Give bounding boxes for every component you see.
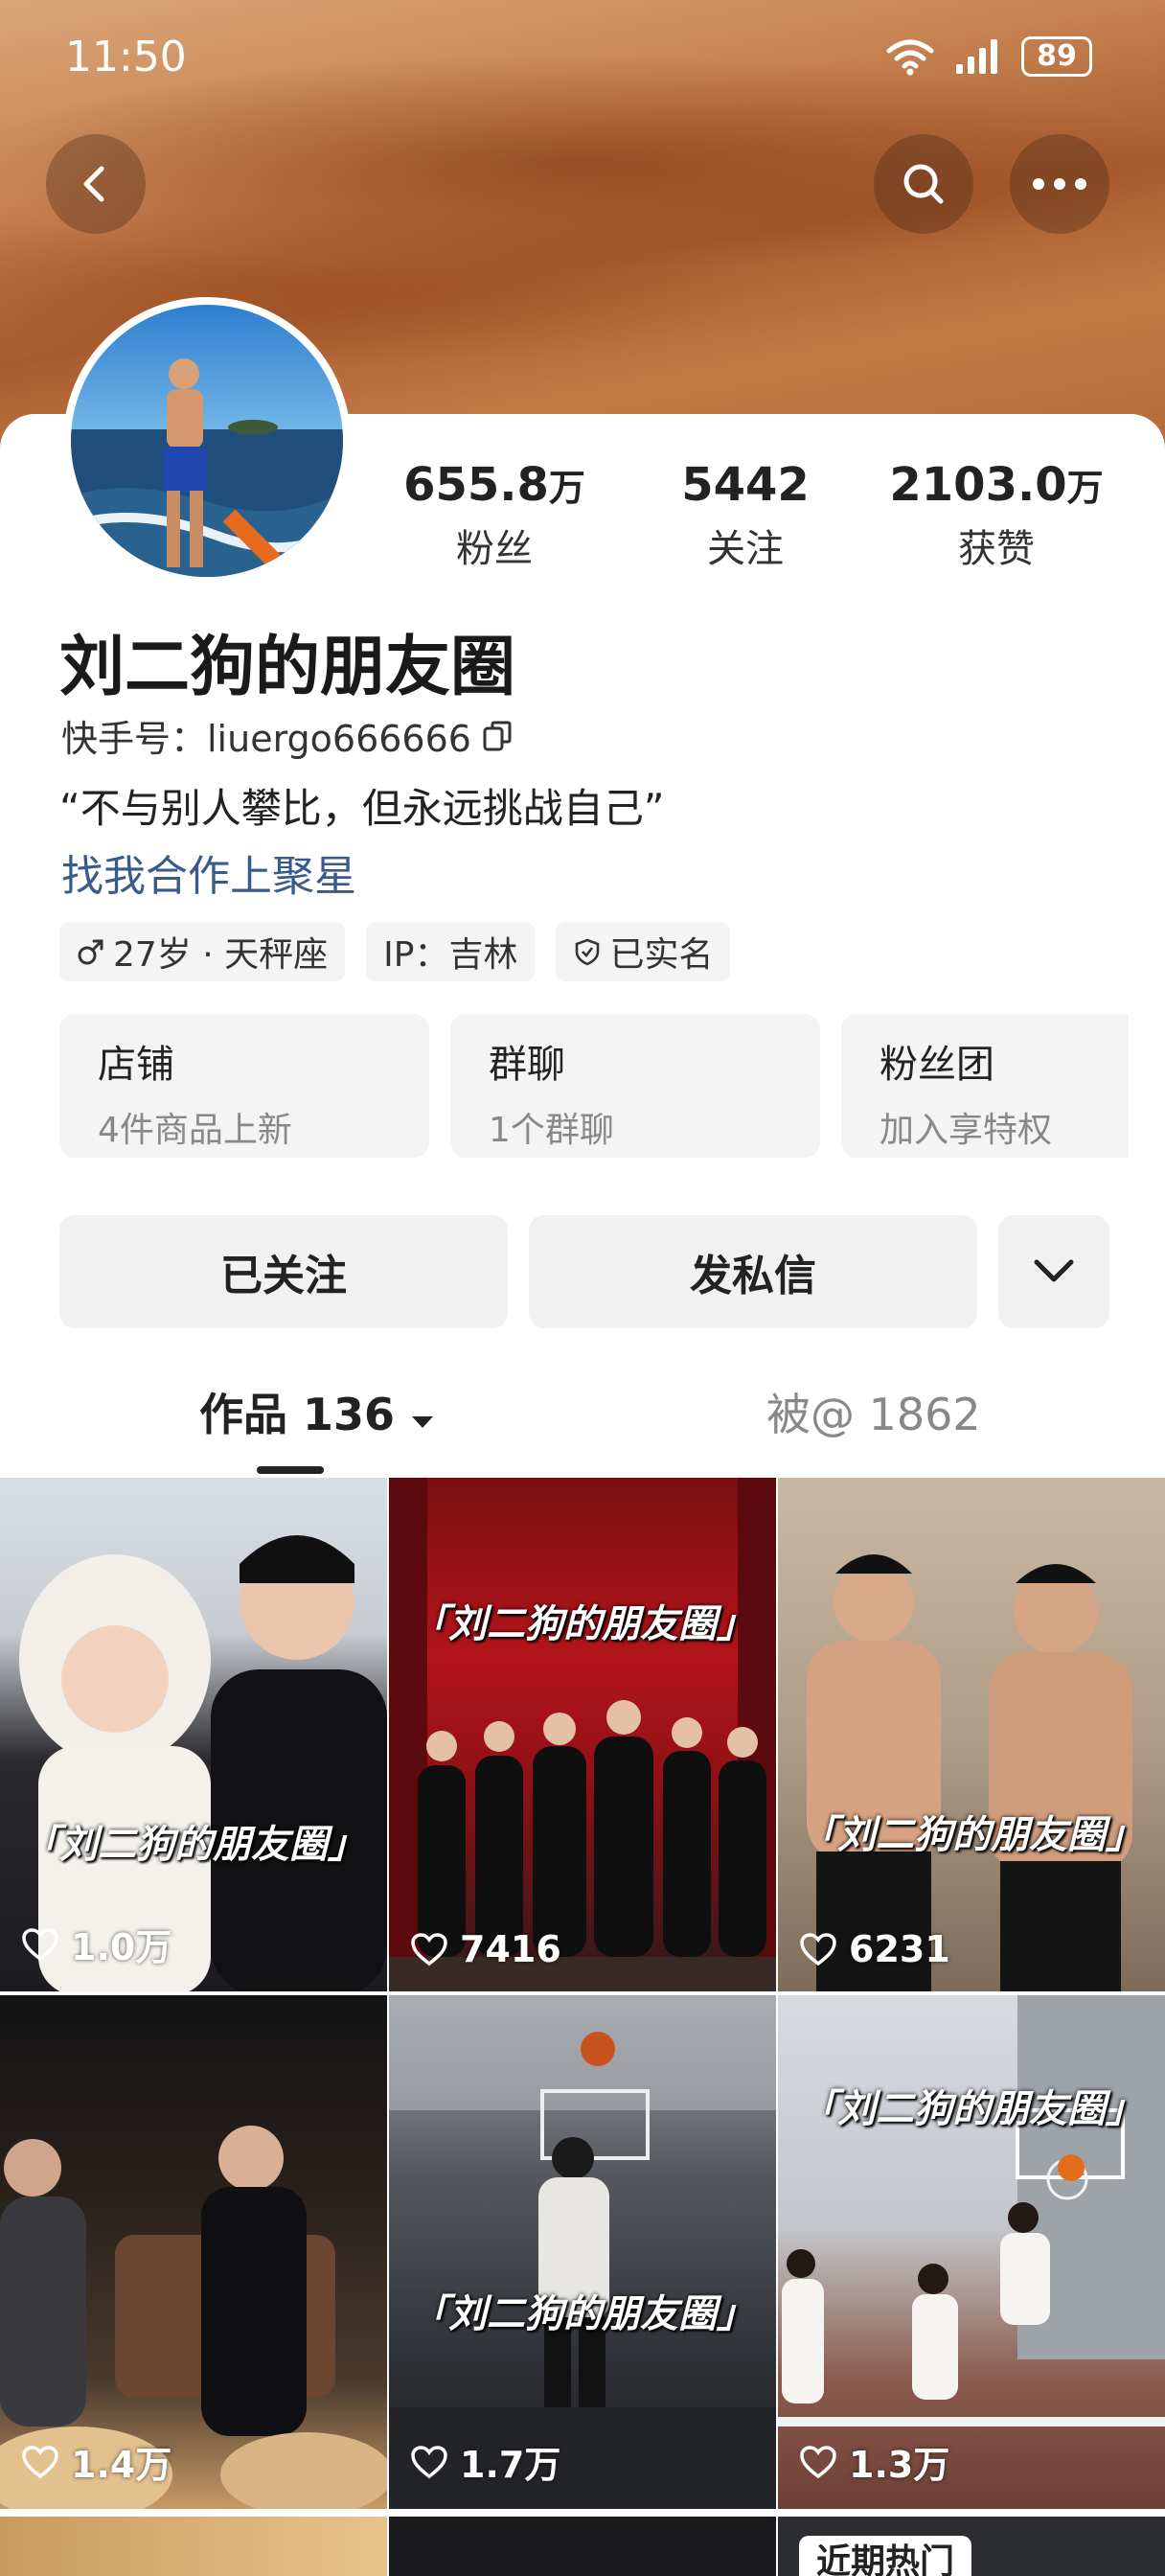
heart-icon bbox=[800, 1933, 836, 1966]
video-likes: 1.3万 bbox=[799, 2435, 949, 2488]
video-likes: 1.7万 bbox=[410, 2435, 560, 2488]
video-tile-partial[interactable] bbox=[389, 2517, 776, 2576]
cooperation-link[interactable]: 找我合作上聚星 bbox=[61, 841, 356, 903]
video-caption: 「刘二狗的朋友圈」 bbox=[799, 2087, 1144, 2131]
tab-works[interactable]: 作品 136 bbox=[199, 1380, 435, 1443]
stat-value: 5442 bbox=[681, 458, 810, 512]
video-caption: 「刘二狗的朋友圈」 bbox=[799, 1813, 1144, 1857]
video-tile[interactable]: 「刘二狗的朋友圈」 7416 bbox=[389, 1478, 776, 1991]
more-dots-icon bbox=[1033, 178, 1086, 190]
video-tile[interactable]: 1.4万 bbox=[0, 1995, 387, 2509]
likes-count: 1.0万 bbox=[71, 1926, 172, 1968]
likes-count: 1.4万 bbox=[71, 2444, 172, 2486]
battery-indicator: 89 bbox=[1021, 36, 1092, 77]
heart-icon bbox=[22, 1927, 58, 1961]
card-group-chat[interactable]: 群聊 1个群聊 bbox=[450, 1014, 820, 1158]
status-time: 11:50 bbox=[65, 33, 187, 81]
recent-hot-badge: 近期热门 bbox=[799, 2536, 972, 2576]
heart-icon bbox=[800, 2445, 836, 2478]
likes-count: 7416 bbox=[460, 1928, 561, 1970]
male-icon bbox=[78, 939, 103, 965]
tab-label: 作品 136 bbox=[199, 1389, 396, 1440]
message-button[interactable]: 发私信 bbox=[529, 1215, 977, 1328]
search-icon bbox=[903, 164, 944, 204]
video-thumbnail bbox=[0, 2126, 387, 2509]
heart-icon bbox=[411, 1933, 447, 1966]
profile-tags: 27岁 · 天秤座 IP：吉林 已实名 bbox=[59, 922, 731, 981]
avatar[interactable] bbox=[63, 297, 351, 585]
tag-text: 27岁 · 天秤座 bbox=[113, 935, 329, 975]
video-tile[interactable]: 「刘二狗的朋友圈」 6231 bbox=[778, 1478, 1165, 1991]
stat-followers[interactable]: 655.8万 粉丝 bbox=[379, 458, 609, 573]
video-caption: 「刘二狗的朋友圈」 bbox=[410, 1602, 755, 1646]
back-arrow-icon bbox=[83, 166, 104, 202]
tag-text: IP：吉林 bbox=[383, 935, 518, 975]
video-grid: 「刘二狗的朋友圈」 1.0万 「刘二狗的朋友圈」 7416 「刘二狗的朋友圈」 … bbox=[0, 1478, 1165, 2509]
likes-count: 1.3万 bbox=[849, 2444, 950, 2486]
chevron-down-icon bbox=[1034, 1259, 1074, 1282]
status-icons: 89 bbox=[885, 36, 1092, 77]
stat-value: 2103.0万 bbox=[889, 458, 1104, 512]
more-button[interactable] bbox=[1010, 134, 1109, 234]
video-thumbnail bbox=[807, 1554, 1132, 1991]
avatar-image bbox=[71, 305, 343, 577]
card-subtitle: 1个群聊 bbox=[489, 1111, 614, 1150]
stat-value: 655.8万 bbox=[403, 458, 585, 512]
card-title: 群聊 bbox=[489, 1043, 565, 1087]
video-tile[interactable]: 「刘二狗的朋友圈」 1.7万 bbox=[389, 1995, 776, 2509]
tab-mentions[interactable]: 被@ 1862 bbox=[766, 1380, 981, 1443]
card-title: 粉丝团 bbox=[879, 1043, 994, 1087]
status-bar: 11:50 89 bbox=[0, 0, 1165, 115]
video-thumbnail bbox=[389, 1478, 776, 1991]
video-tile-partial[interactable] bbox=[0, 2517, 387, 2576]
likes-count: 6231 bbox=[849, 1928, 950, 1970]
video-likes: 6231 bbox=[799, 1928, 950, 1970]
video-likes: 7416 bbox=[410, 1928, 561, 1970]
heart-icon bbox=[22, 2445, 58, 2478]
likes-count: 1.7万 bbox=[460, 2444, 561, 2486]
followed-button[interactable]: 已关注 bbox=[59, 1215, 508, 1328]
wifi-icon bbox=[886, 39, 934, 76]
video-tile[interactable]: 「刘二狗的朋友圈」 1.0万 bbox=[0, 1478, 387, 1991]
tag-verified[interactable]: 已实名 bbox=[556, 922, 731, 981]
tag-age: 27岁 · 天秤座 bbox=[59, 922, 346, 981]
profile-actions: 已关注 发私信 bbox=[59, 1215, 1109, 1328]
card-shop[interactable]: 店铺 4件商品上新 bbox=[59, 1014, 429, 1158]
feature-cards: 店铺 4件商品上新 群聊 1个群聊 粉丝团 加入享特权 bbox=[59, 1014, 1129, 1158]
account-id: 快手号：liuergo666666 bbox=[61, 709, 515, 762]
profile-nickname: 刘二狗的朋友圈 bbox=[59, 630, 516, 705]
video-tile[interactable]: 「刘二狗的朋友圈」 1.3万 bbox=[778, 1995, 1165, 2509]
stat-label: 关注 bbox=[707, 527, 784, 571]
recommend-toggle-button[interactable] bbox=[998, 1215, 1109, 1328]
copy-icon[interactable] bbox=[481, 719, 515, 753]
account-id-text: 快手号：liuergo666666 bbox=[61, 718, 471, 760]
video-thumbnail bbox=[19, 1535, 387, 1991]
stat-label: 粉丝 bbox=[456, 527, 533, 571]
video-thumbnail bbox=[778, 1995, 1165, 2426]
video-likes: 1.4万 bbox=[21, 2435, 171, 2488]
card-subtitle: 加入享特权 bbox=[879, 1111, 1053, 1150]
heart-icon bbox=[411, 2445, 447, 2478]
back-button[interactable] bbox=[46, 134, 146, 234]
video-caption: 「刘二狗的朋友圈」 bbox=[410, 2292, 755, 2336]
video-grid-next-row bbox=[0, 2517, 1165, 2576]
video-caption: 「刘二狗的朋友圈」 bbox=[21, 1823, 366, 1867]
card-fan-club[interactable]: 粉丝团 加入享特权 bbox=[841, 1014, 1129, 1158]
caret-down-icon bbox=[412, 1416, 434, 1428]
video-likes: 1.0万 bbox=[21, 1918, 171, 1970]
tag-text: 已实名 bbox=[609, 935, 714, 975]
search-button[interactable] bbox=[874, 134, 973, 234]
video-thumbnail bbox=[389, 1995, 776, 2509]
stat-likes[interactable]: 2103.0万 获赞 bbox=[881, 458, 1111, 573]
card-subtitle: 4件商品上新 bbox=[98, 1111, 292, 1150]
stat-label: 获赞 bbox=[958, 527, 1035, 571]
verified-shield-icon bbox=[576, 938, 600, 966]
tag-ip: IP：吉林 bbox=[366, 922, 536, 981]
stat-following[interactable]: 5442 关注 bbox=[630, 458, 860, 573]
signal-icon bbox=[956, 39, 997, 74]
active-tab-indicator bbox=[257, 1466, 324, 1474]
card-title: 店铺 bbox=[98, 1043, 174, 1087]
content-tabs: 作品 136 被@ 1862 bbox=[0, 1370, 1165, 1476]
profile-bio: “不与别人攀比，但永远挑战自己” bbox=[59, 785, 665, 832]
